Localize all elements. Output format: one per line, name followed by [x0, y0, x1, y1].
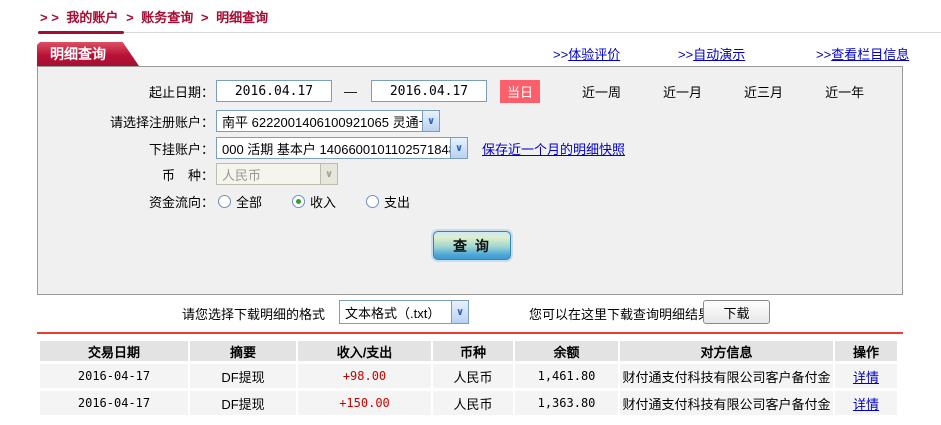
chevron-down-icon: ∨	[320, 164, 337, 184]
col-header-currency: 币种	[431, 341, 513, 361]
date-to-input[interactable]	[371, 80, 487, 102]
cell-amount: +150.00	[296, 391, 431, 415]
cell-date: 2016-04-17	[40, 364, 188, 388]
query-button[interactable]: 查 询	[433, 231, 511, 260]
link-experience-rating[interactable]: >>体验评价	[553, 44, 620, 63]
cell-summary: DF提现	[188, 391, 296, 415]
col-header-counterparty: 对方信息	[618, 341, 833, 361]
link-prefix: >>	[678, 47, 694, 62]
download-row: 请您选择下载明细的格式 文本格式（.txt） ∨ 您可以在这里下载查询明细结果 …	[0, 299, 941, 326]
tab-title: 明细查询	[50, 46, 106, 62]
sub-account-value: 000 活期 基本户 1406600101102571848	[222, 141, 450, 157]
register-account-label: 请选择注册账户：	[109, 114, 214, 130]
fund-flow-options: 全部 收入 支出	[218, 192, 440, 211]
breadcrumb-divider	[38, 31, 941, 34]
date-from-input[interactable]	[216, 80, 332, 102]
download-format-label: 请您选择下载明细的格式	[182, 307, 326, 322]
fund-flow-row: 资金流向： 全部 收入 支出	[38, 190, 892, 212]
link-prefix: >>	[553, 47, 569, 62]
col-header-amount: 收入/支出	[296, 341, 431, 361]
download-format-select[interactable]: 文本格式（.txt） ∨	[339, 300, 469, 324]
chevron-down-icon[interactable]: ∨	[451, 301, 468, 323]
link-prefix: >>	[816, 47, 832, 62]
breadcrumb-divider-accent	[38, 31, 124, 34]
flow-option-income-label: 收入	[310, 194, 337, 210]
col-header-action: 操作	[833, 341, 897, 361]
register-account-select[interactable]: 南平 6222001406100921065 灵通卡 ∨	[216, 110, 440, 132]
register-account-row: 请选择注册账户： 南平 6222001406100921065 灵通卡 ∨	[38, 110, 892, 132]
breadcrumb-separator: >	[126, 10, 134, 25]
link-label[interactable]: 自动演示	[693, 47, 745, 62]
cell-balance: 1,461.80	[513, 364, 618, 388]
detail-link[interactable]: 详情	[853, 370, 879, 385]
cell-amount: +98.00	[296, 364, 431, 388]
link-label[interactable]: 体验评价	[568, 47, 620, 62]
cell-balance: 1,363.80	[513, 391, 618, 415]
table-row: 2016-04-17 DF提现 +98.00 人民币 1,461.80 财付通支…	[40, 364, 897, 388]
flow-option-all-label: 全部	[236, 194, 263, 210]
cell-date: 2016-04-17	[40, 391, 188, 415]
cell-counterparty: 财付通支付科技有限公司客户备付金	[618, 364, 833, 388]
quick-range-today[interactable]: 当日	[500, 79, 541, 103]
download-result-label: 您可以在这里下载查询明细结果	[529, 307, 712, 322]
currency-label: 币 种：	[161, 167, 214, 183]
quick-range-quarter[interactable]: 近三月	[744, 82, 783, 101]
breadcrumb-prefix: > >	[40, 10, 59, 25]
col-header-summary: 摘要	[188, 341, 296, 361]
quick-range-year[interactable]: 近一年	[825, 82, 864, 101]
breadcrumb-item-detail-query[interactable]: 明细查询	[216, 10, 268, 25]
flow-option-expense[interactable]: 支出	[366, 192, 410, 211]
col-header-balance: 余额	[513, 341, 618, 361]
sub-account-row: 下挂账户： 000 活期 基本户 1406600101102571848 ∨ 保…	[38, 137, 892, 159]
flow-option-expense-label: 支出	[384, 194, 411, 210]
currency-value: 人民币	[222, 167, 262, 183]
detail-link[interactable]: 详情	[853, 397, 879, 412]
radio-icon-expense[interactable]	[366, 194, 380, 208]
breadcrumb-separator: >	[200, 10, 209, 25]
transaction-table: 交易日期 摘要 收入/支出 币种 余额 对方信息 操作 2016-04-17 D…	[40, 338, 897, 418]
flow-option-all[interactable]: 全部	[218, 192, 262, 211]
date-range-row: 起止日期： — 当日 近一周 近一月 近三月 近一年	[38, 79, 892, 103]
radio-icon-income-checked[interactable]	[292, 194, 306, 208]
cell-summary: DF提现	[188, 364, 296, 388]
link-view-column-info[interactable]: >>查看栏目信息	[816, 44, 909, 63]
register-account-value: 南平 6222001406100921065 灵通卡	[222, 114, 422, 130]
cell-counterparty: 财付通支付科技有限公司客户备付金	[618, 391, 833, 415]
table-top-divider	[37, 332, 903, 334]
cell-currency: 人民币	[431, 391, 513, 415]
link-label[interactable]: 查看栏目信息	[831, 47, 909, 62]
page: > > 我的账户 > 账务查询 > 明细查询 明细查询 >>体验评价 >>自动演…	[0, 0, 941, 425]
quick-range-week[interactable]: 近一周	[582, 82, 621, 101]
save-snapshot-link[interactable]: 保存近一个月的明细快照	[482, 139, 625, 158]
quick-range-month[interactable]: 近一月	[663, 82, 702, 101]
breadcrumb-item-account-query[interactable]: 账务查询	[141, 10, 193, 25]
table-row: 2016-04-17 DF提现 +150.00 人民币 1,363.80 财付通…	[40, 391, 897, 415]
radio-icon-all[interactable]	[218, 194, 231, 208]
currency-row: 币 种： 人民币 ∨	[38, 163, 892, 185]
breadcrumb: > > 我的账户 > 账务查询 > 明细查询	[40, 7, 272, 26]
link-auto-demo[interactable]: >>自动演示	[678, 44, 745, 63]
cell-currency: 人民币	[431, 364, 513, 388]
currency-select-disabled: 人民币 ∨	[216, 163, 338, 185]
col-header-date: 交易日期	[40, 341, 188, 361]
date-range-dash: —	[344, 83, 357, 99]
date-range-label: 起止日期：	[148, 84, 214, 100]
download-format-value: 文本格式（.txt）	[345, 305, 441, 321]
table-header-row: 交易日期 摘要 收入/支出 币种 余额 对方信息 操作	[40, 341, 897, 361]
flow-option-income[interactable]: 收入	[292, 192, 336, 211]
tab-detail-query: 明细查询	[37, 42, 139, 66]
download-button[interactable]: 下载	[703, 300, 770, 324]
sub-account-label: 下挂账户：	[148, 141, 214, 157]
chevron-down-icon[interactable]: ∨	[422, 111, 439, 131]
sub-account-select[interactable]: 000 活期 基本户 1406600101102571848 ∨	[216, 137, 468, 159]
fund-flow-label: 资金流向：	[148, 194, 214, 210]
chevron-down-icon[interactable]: ∨	[450, 138, 467, 158]
query-form-panel: 起止日期： — 当日 近一周 近一月 近三月 近一年 请选择注册账户： 南平 6…	[37, 66, 903, 295]
breadcrumb-item-my-account[interactable]: 我的账户	[66, 10, 118, 25]
